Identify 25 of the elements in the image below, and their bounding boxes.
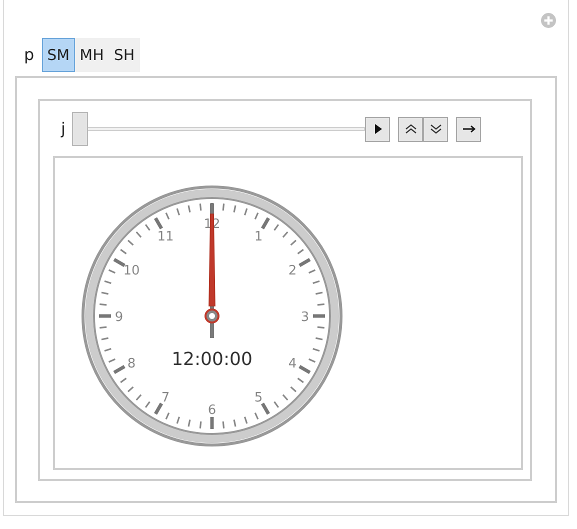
double-up-chevron-icon <box>404 122 418 136</box>
slider[interactable] <box>72 112 366 146</box>
clock-numeral: 2 <box>288 264 297 278</box>
clock-numeral: 3 <box>300 310 310 325</box>
clock-numeral: 5 <box>254 390 263 406</box>
clock-numeral: 1 <box>254 229 263 244</box>
clock-numeral: 10 <box>123 264 140 278</box>
setter-button[interactable]: SM <box>42 38 75 72</box>
setter-button[interactable]: SH <box>108 38 140 72</box>
clock-numeral: 8 <box>127 356 136 372</box>
slider-thumb[interactable] <box>72 112 88 146</box>
direction-button[interactable] <box>456 116 482 142</box>
play-button[interactable] <box>365 116 390 142</box>
slower-button[interactable] <box>423 116 448 142</box>
clock-numeral: 9 <box>114 310 124 325</box>
clock-numeral: 11 <box>157 229 174 244</box>
double-down-chevron-icon <box>428 122 443 136</box>
clock-numeral: 7 <box>161 390 170 406</box>
clock-numeral: 6 <box>208 403 216 418</box>
control-label: p <box>24 44 34 66</box>
digital-time: 12:00:00 <box>172 349 252 370</box>
setter-button[interactable]: MH <box>74 38 109 72</box>
clock-numeral: 4 <box>288 356 297 372</box>
control-label: j <box>61 118 66 140</box>
faster-button[interactable] <box>398 116 424 142</box>
